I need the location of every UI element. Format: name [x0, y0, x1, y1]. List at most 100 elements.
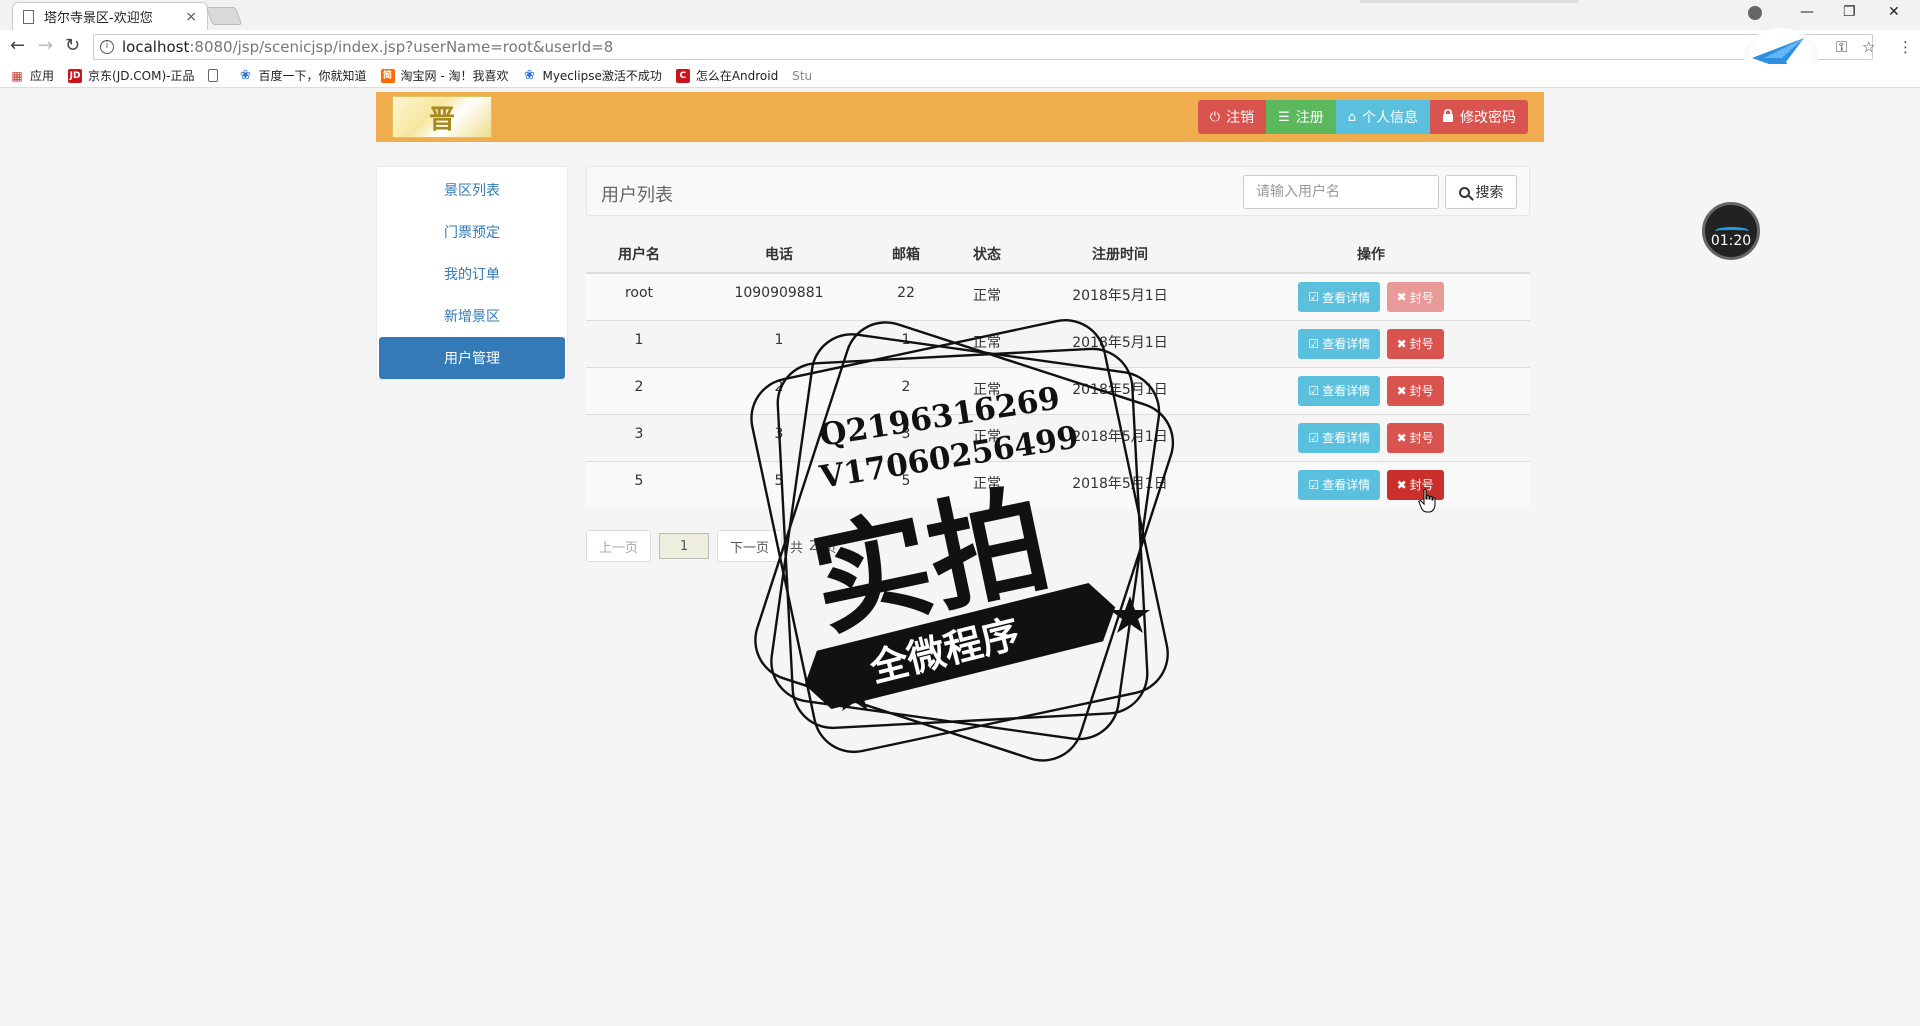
window-close-icon[interactable]: ✕	[1888, 4, 1900, 20]
cell-phone: 1090909881	[692, 272, 866, 320]
edit-icon: ☑	[1308, 430, 1320, 445]
edit-icon: ☑	[1308, 290, 1320, 304]
user-table: 用户名 电话 邮箱 状态 注册时间 操作 root 1090909881 22 正常 2…	[586, 236, 1530, 508]
view-details-button[interactable]: ☑ 查看详情	[1298, 422, 1381, 453]
cell-email: 5	[866, 460, 946, 508]
ban-user-button[interactable]: ✖ 封号	[1386, 282, 1444, 312]
menu-dots-icon[interactable]: ⋮	[1898, 38, 1913, 56]
cell-phone: 2	[692, 366, 866, 414]
sidebar-nav: 景区列表 门票预定 我的订单 新增景区 用户管理	[376, 166, 568, 380]
table-row: 5 5 5 正常 2018年5月1日 ☑ 查看详情 ✖ 封号	[586, 460, 1530, 508]
tab-close-icon[interactable]: ×	[185, 9, 197, 25]
bookmark-label: 应用	[30, 69, 55, 83]
page-icon	[23, 9, 34, 24]
view-details-button[interactable]: ☑ 查看详情	[1298, 282, 1381, 312]
sidebar-item-user-management[interactable]: 用户管理	[379, 337, 565, 379]
next-page-button[interactable]: 下一页	[717, 530, 783, 562]
bookmark-label: 淘宝网 - 淘！我喜欢	[400, 69, 509, 83]
ban-user-button[interactable]: ✖ 封号	[1386, 328, 1444, 359]
cell-email: 3	[866, 413, 946, 461]
cell-status: 正常	[946, 366, 1028, 414]
logout-button[interactable]: ⏻ 注销	[1197, 100, 1267, 134]
prev-page-button[interactable]: 上一页	[586, 530, 652, 562]
star-icon	[835, 674, 875, 711]
power-icon: ⏻	[1209, 109, 1221, 125]
key-icon[interactable]: ⚿	[1836, 38, 1847, 56]
times-icon: ✖	[1396, 430, 1407, 445]
bookmark-myeclipse[interactable]: ❀ Myeclipse激活不成功	[522, 67, 662, 84]
timer-text: 01:20	[1710, 233, 1752, 249]
cell-email: 22	[866, 272, 946, 320]
profile-button[interactable]: ⌂ 个人信息	[1335, 100, 1430, 134]
cell-register-time: 2018年5月1日	[1028, 460, 1212, 508]
view-details-label: 查看详情	[1322, 384, 1371, 398]
jd-icon: JD	[68, 68, 83, 83]
forward-icon[interactable]: →	[38, 35, 53, 56]
ban-user-label: 封号	[1409, 431, 1434, 445]
recording-timer: 01:20	[1702, 202, 1760, 260]
ban-user-button[interactable]: ✖ 封号	[1386, 422, 1444, 453]
cell-actions: ☑ 查看详情 ✖ 封号	[1212, 366, 1530, 414]
bookmark-android[interactable]: C 怎么在Android	[675, 67, 778, 84]
browser-tab[interactable]: 塔尔寺景区-欢迎您 ×	[12, 2, 208, 30]
search-button[interactable]: 搜索	[1445, 175, 1517, 209]
register-button[interactable]: ☰ 注册	[1266, 100, 1336, 134]
page-title: 用户列表	[601, 185, 673, 206]
bookmark-taobao[interactable]: 简 淘宝网 - 淘！我喜欢	[380, 67, 509, 84]
cell-username: 1	[586, 319, 692, 367]
cell-status: 正常	[946, 319, 1028, 367]
star-icon	[1110, 596, 1150, 633]
url-path: :8080/jsp/scenicjsp/index.jsp?userName=r…	[189, 38, 614, 56]
url-input[interactable]: i localhost:8080/jsp/scenicjsp/index.jsp…	[93, 34, 1873, 60]
view-details-button[interactable]: ☑ 查看详情	[1298, 469, 1381, 500]
bookmark-star-icon[interactable]: ☆	[1862, 38, 1875, 56]
total-prefix: 共	[790, 540, 804, 556]
site-info-icon[interactable]: i	[100, 40, 114, 54]
table-row: 2 2 2 正常 2018年5月1日 ☑ 查看详情 ✖ 封号	[586, 366, 1530, 414]
change-password-button[interactable]: 修改密码	[1430, 100, 1528, 134]
reload-icon[interactable]: ↻	[65, 35, 80, 56]
back-icon[interactable]: ←	[10, 35, 25, 56]
column-header-register-time: 注册时间	[1028, 236, 1212, 274]
search-button-label: 搜索	[1475, 185, 1504, 201]
bookmark-apps[interactable]: ▦ 应用	[10, 67, 54, 84]
ban-user-label: 封号	[1409, 384, 1434, 398]
minimize-icon[interactable]: —	[1800, 4, 1814, 20]
apps-grid-icon: ▦	[11, 68, 23, 83]
view-details-button[interactable]: ☑ 查看详情	[1298, 328, 1381, 359]
profile-icon[interactable]	[1748, 6, 1762, 20]
bookmark-stu[interactable]: Stu	[792, 69, 812, 83]
pagination: 上一页 1 下一页 共 2 页	[586, 530, 842, 562]
username-search-input[interactable]	[1243, 175, 1439, 209]
new-tab-button[interactable]	[205, 7, 243, 25]
bookmark-blank[interactable]	[208, 69, 224, 82]
tab-title: 塔尔寺景区-欢迎您	[44, 11, 153, 26]
header-button-group: ⏻ 注销 ☰ 注册 ⌂ 个人信息 修改密码	[1197, 100, 1528, 134]
sidebar-item-scenic-list[interactable]: 景区列表	[379, 169, 565, 211]
cell-phone: 3	[692, 413, 866, 461]
browser-titlebar: 塔尔寺景区-欢迎您 × — ❐ ✕	[0, 0, 1920, 30]
bookmark-baidu[interactable]: ❀ 百度一下，你就知道	[238, 67, 366, 84]
bookmark-label: Myeclipse激活不成功	[542, 69, 662, 83]
ban-user-button[interactable]: ✖ 封号	[1386, 375, 1444, 406]
cell-username: root	[586, 272, 692, 320]
edit-icon: ☑	[1308, 336, 1320, 351]
restore-icon[interactable]: ❐	[1843, 4, 1856, 20]
logout-label: 注销	[1226, 110, 1255, 126]
times-icon: ✖	[1396, 290, 1407, 304]
register-label: 注册	[1295, 110, 1324, 126]
sidebar-item-add-scenic[interactable]: 新增景区	[379, 295, 565, 337]
cell-actions: ☑ 查看详情 ✖ 封号	[1212, 413, 1530, 461]
taobao-icon: 简	[380, 68, 395, 83]
sidebar-item-my-orders[interactable]: 我的订单	[379, 253, 565, 295]
bookmark-jd[interactable]: JD 京东(JD.COM)-正品	[68, 67, 194, 84]
sidebar-item-ticket-booking[interactable]: 门票预定	[379, 211, 565, 253]
current-page-indicator: 1	[659, 533, 710, 559]
total-suffix: 页	[823, 540, 837, 556]
change-password-label: 修改密码	[1460, 110, 1516, 126]
view-details-button[interactable]: ☑ 查看详情	[1298, 375, 1381, 406]
bookmark-label: 京东(JD.COM)-正品	[88, 69, 195, 83]
total-pages: 2	[809, 538, 818, 554]
view-details-label: 查看详情	[1322, 337, 1371, 351]
panel-header: 用户列表 搜索	[586, 166, 1530, 216]
